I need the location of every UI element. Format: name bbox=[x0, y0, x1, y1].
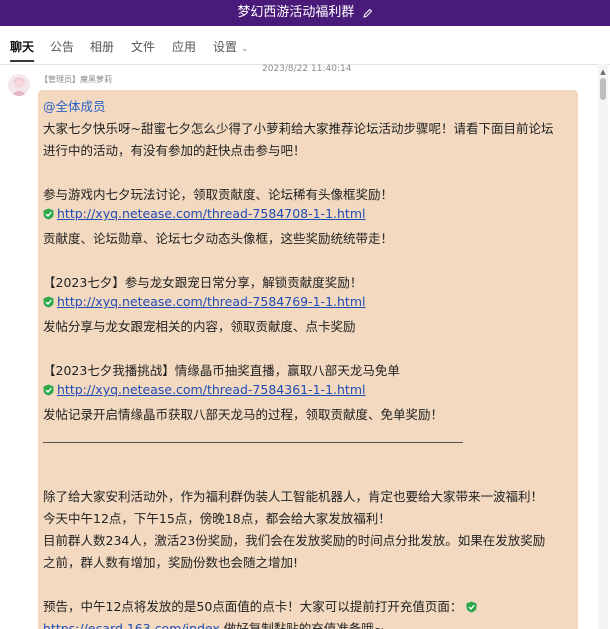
tab-announcement[interactable]: 公告 bbox=[50, 38, 74, 55]
shield-check-icon bbox=[43, 208, 54, 220]
message-text: 【2023七夕】参与龙女跟宠日常分享，解锁贡献度奖励！ bbox=[43, 275, 363, 290]
tab-chat[interactable]: 聊天 bbox=[10, 38, 35, 62]
link-row: http://xyq.netease.com/thread-7584708-1-… bbox=[43, 206, 365, 221]
message-text-tail: 做好复制黏贴的充值准备哦~ bbox=[219, 621, 385, 629]
message-text: https://ecard.163.com/index 做好复制黏贴的充值准备哦… bbox=[43, 618, 384, 629]
ecard-link[interactable]: https://ecard.163.com/index bbox=[43, 621, 220, 629]
chevron-down-icon: ⌄ bbox=[241, 44, 249, 54]
tab-settings-label: 设置 bbox=[213, 40, 238, 54]
pencil-icon[interactable] bbox=[362, 8, 373, 18]
message-text: 进行中的活动，有没有参加的赶快点击参与吧！ bbox=[43, 143, 306, 158]
message-text: 【2023七夕我播挑战】情缘晶币抽奖直播，赢取八部天龙马免单 bbox=[43, 363, 400, 378]
link-row: http://xyq.netease.com/thread-7584769-1-… bbox=[43, 294, 365, 309]
message-text: 今天中午12点，下午15点，傍晚18点，都会给大家发放福利！ bbox=[43, 511, 391, 526]
message-text: 发帖分享与龙女跟宠相关的内容，领取贡献度、点卡奖励 bbox=[43, 319, 356, 334]
forum-link[interactable]: http://xyq.netease.com/thread-7584769-1-… bbox=[57, 294, 365, 309]
shield-check-icon bbox=[466, 601, 477, 613]
message-text: 目前群人数234人，激活23份奖励，我们会在发放奖励的时间点分批发放。如果在发放… bbox=[43, 533, 546, 548]
message-bubble: @全体成员 大家七夕快乐呀~甜蜜七夕怎么少得了小萝莉给大家推荐论坛活动步骤呢！请… bbox=[38, 90, 578, 629]
sender-name: 【管理员】魔黑萝莉 bbox=[40, 75, 112, 84]
divider bbox=[43, 442, 463, 443]
tab-apps[interactable]: 应用 bbox=[172, 38, 196, 55]
chat-area: 2023/8/22 11:40:14 【管理员】魔黑萝莉 @全体成员 大家七夕快… bbox=[0, 64, 596, 629]
message-text: 除了给大家安利活动外，作为福利群伪装人工智能机器人，肯定也要给大家带来一波福利！ bbox=[43, 489, 544, 504]
avatar-image bbox=[11, 78, 27, 96]
message-text: 贡献度、论坛勋章、论坛七夕动态头像框，这些奖励统统带走！ bbox=[43, 231, 394, 246]
message-text: 大家七夕快乐呀~甜蜜七夕怎么少得了小萝莉给大家推荐论坛活动步骤呢！请看下面目前论… bbox=[43, 121, 554, 136]
scrollbar[interactable]: ▲ bbox=[598, 64, 608, 629]
avatar[interactable] bbox=[8, 74, 30, 96]
title-bar: 梦幻西游活动福利群 bbox=[0, 0, 610, 26]
window-title: 梦幻西游活动福利群 bbox=[0, 0, 610, 26]
message-text: 预告，中午12点将发放的是50点面值的点卡！大家可以提前打开充值页面： bbox=[43, 596, 480, 615]
preview-text: 预告，中午12点将发放的是50点面值的点卡！大家可以提前打开充值页面： bbox=[43, 599, 463, 614]
forum-link[interactable]: http://xyq.netease.com/thread-7584361-1-… bbox=[57, 382, 365, 397]
scroll-thumb[interactable] bbox=[600, 78, 606, 100]
scroll-up-icon[interactable]: ▲ bbox=[598, 68, 608, 76]
group-name: 梦幻西游活动福利群 bbox=[237, 5, 355, 20]
tab-album[interactable]: 相册 bbox=[90, 38, 114, 55]
message-timestamp: 2023/8/22 11:40:14 bbox=[262, 64, 352, 74]
forum-link[interactable]: http://xyq.netease.com/thread-7584708-1-… bbox=[57, 206, 365, 221]
mention-all[interactable]: @全体成员 bbox=[43, 96, 106, 115]
message-text: 发帖记录开启情缘晶币获取八部天龙马的过程，领取贡献度、免单奖励！ bbox=[43, 407, 444, 422]
link-row: http://xyq.netease.com/thread-7584361-1-… bbox=[43, 382, 365, 397]
tab-files[interactable]: 文件 bbox=[131, 38, 155, 55]
tab-bar: 聊天 公告 相册 文件 应用 设置 ⌄ bbox=[0, 26, 610, 65]
shield-check-icon bbox=[43, 296, 54, 308]
message-text: 之前，群人数有增加，奖励份数也会随之增加! bbox=[43, 555, 299, 570]
tab-settings[interactable]: 设置 ⌄ bbox=[213, 38, 249, 55]
message-text: 参与游戏内七夕玩法讨论，领取贡献度、论坛稀有头像框奖励！ bbox=[43, 187, 394, 202]
shield-check-icon bbox=[43, 384, 54, 396]
